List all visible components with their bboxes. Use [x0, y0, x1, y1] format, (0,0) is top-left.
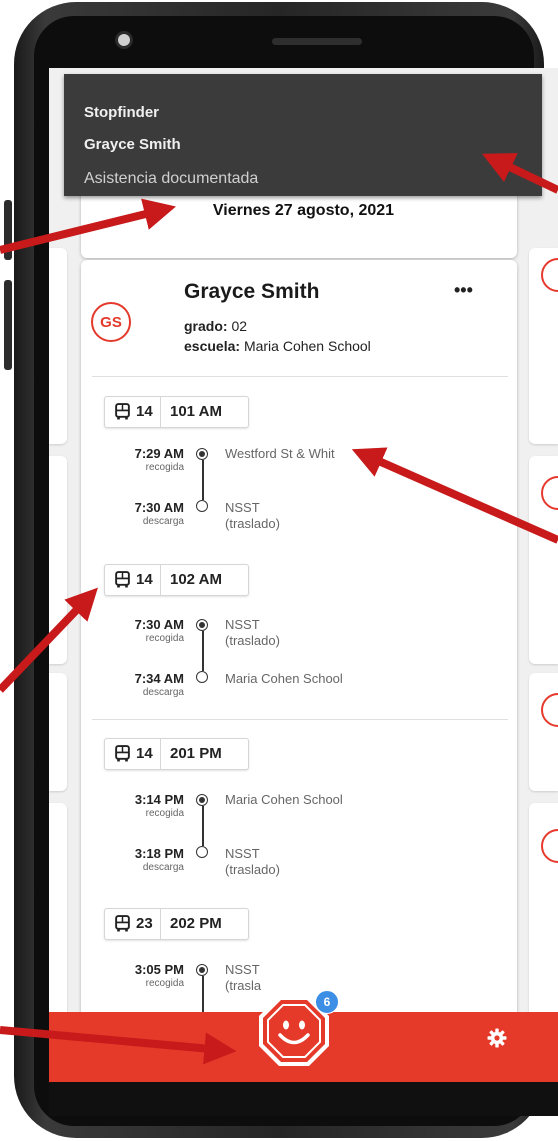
more-options-button[interactable]: •••: [454, 280, 473, 301]
pickup-kind: recogida: [145, 462, 184, 473]
stop-name-sub: (traslado): [225, 516, 280, 531]
bus-number: 14: [136, 571, 153, 588]
dropoff-time: 7:30 AM: [134, 500, 184, 515]
gear-icon[interactable]: [487, 1028, 507, 1048]
stop-name-sub: (trasla: [225, 978, 262, 993]
notification-count-badge: 6: [315, 990, 339, 1014]
pickup-stop-name: NSST (trasla: [225, 962, 261, 994]
dropoff-stop-name: NSST (traslado): [225, 500, 280, 532]
route-pill[interactable]: 14 101 AM: [104, 396, 249, 428]
stop-connector: [202, 631, 204, 671]
pickup-kind: recogida: [145, 633, 184, 644]
dropoff-stop-marker: [196, 846, 208, 858]
route-name: 201 PM: [170, 745, 222, 762]
route-name: 102 AM: [170, 571, 222, 588]
pickup-time: 3:05 PM: [134, 962, 184, 977]
route-name: 202 PM: [170, 915, 222, 932]
stop-name-main: NSST: [225, 500, 260, 515]
pickup-kind: recogida: [145, 978, 184, 989]
pill-separator: [160, 565, 161, 595]
pickup-time: 3:14 PM: [134, 792, 184, 807]
stop-name-main: NSST: [225, 962, 260, 977]
pickup-time: 7:30 AM: [134, 617, 184, 632]
next-avatar: [541, 258, 558, 292]
app-screen: Viernes 27 agosto, 2021 GS Grayce Smith …: [49, 68, 558, 1082]
stop-name-sub: (traslado): [225, 633, 280, 648]
route-pill[interactable]: 14 201 PM: [104, 738, 249, 770]
bus-icon: [115, 571, 130, 588]
route-pill[interactable]: 14 102 AM: [104, 564, 249, 596]
stop-name-sub: (traslado): [225, 862, 280, 877]
notification-student-name: Grayce Smith: [84, 136, 181, 153]
next-card-edge[interactable]: [529, 248, 558, 444]
route-pill[interactable]: 23 202 PM: [104, 908, 249, 940]
notification-app-name: Stopfinder: [84, 104, 159, 121]
route-name: 101 AM: [170, 403, 222, 420]
date-label: Viernes 27 agosto, 2021: [212, 202, 395, 219]
stop-connector: [202, 460, 204, 500]
prev-card-edge: [49, 673, 67, 791]
earpiece-speaker: [272, 38, 362, 45]
school-label: escuela:: [184, 338, 241, 354]
pickup-kind: recogida: [145, 808, 184, 819]
pickup-stop-name: Maria Cohen School: [225, 792, 343, 807]
bus-number: 23: [136, 915, 153, 932]
pickup-stop-marker: [196, 794, 208, 806]
divider: [92, 719, 508, 720]
pill-separator: [160, 909, 161, 939]
dropoff-kind: descarga: [142, 516, 184, 527]
bus-icon: [115, 915, 130, 932]
stop-name-main: NSST: [225, 846, 260, 861]
next-card-edge[interactable]: [529, 456, 558, 664]
pill-separator: [160, 397, 161, 427]
pickup-stop-name: Westford St & Whit: [225, 446, 335, 461]
prev-card-edge: [49, 248, 67, 444]
pickup-stop-name: NSST (traslado): [225, 617, 280, 649]
school-value: Maria Cohen School: [243, 338, 371, 354]
next-card-edge[interactable]: [529, 673, 558, 791]
next-card-edge[interactable]: [529, 803, 558, 1033]
prev-card-edge: [49, 456, 67, 664]
notification-message: Asistencia documentada: [84, 170, 259, 187]
side-button: [4, 280, 12, 370]
grade-value: 02: [231, 318, 248, 334]
dropoff-stop-marker: [196, 671, 208, 683]
prev-card-edge: [49, 803, 67, 1033]
front-camera: [118, 34, 130, 46]
pickup-stop-marker: [196, 448, 208, 460]
grade-line: grado: 02: [184, 318, 247, 334]
pickup-stop-marker: [196, 964, 208, 976]
school-line: escuela: Maria Cohen School: [184, 338, 371, 354]
next-avatar: [541, 476, 558, 510]
pickup-time: 7:29 AM: [134, 446, 184, 461]
student-name: Grayce Smith: [184, 280, 320, 303]
dropoff-stop-name: NSST (traslado): [225, 846, 280, 878]
volume-button: [4, 200, 12, 260]
dropoff-stop-marker: [196, 500, 208, 512]
bus-icon: [115, 403, 130, 420]
student-avatar: GS: [91, 302, 131, 342]
dropoff-time: 3:18 PM: [134, 846, 184, 861]
next-avatar: [541, 693, 558, 727]
stop-connector: [202, 806, 204, 846]
dropoff-time: 7:34 AM: [134, 671, 184, 686]
pill-separator: [160, 739, 161, 769]
grade-label: grado:: [184, 318, 228, 334]
push-notification[interactable]: Stopfinder Grayce Smith Asistencia docum…: [64, 74, 542, 196]
stop-name-main: NSST: [225, 617, 260, 632]
navigation-bar: [49, 1082, 558, 1116]
next-avatar: [541, 829, 558, 863]
bus-icon: [115, 745, 130, 762]
pickup-stop-marker: [196, 619, 208, 631]
bus-number: 14: [136, 745, 153, 762]
divider: [92, 376, 508, 377]
dropoff-kind: descarga: [142, 687, 184, 698]
stop-connector: [202, 976, 204, 1016]
dropoff-kind: descarga: [142, 862, 184, 873]
bus-number: 14: [136, 403, 153, 420]
dropoff-stop-name: Maria Cohen School: [225, 671, 343, 686]
